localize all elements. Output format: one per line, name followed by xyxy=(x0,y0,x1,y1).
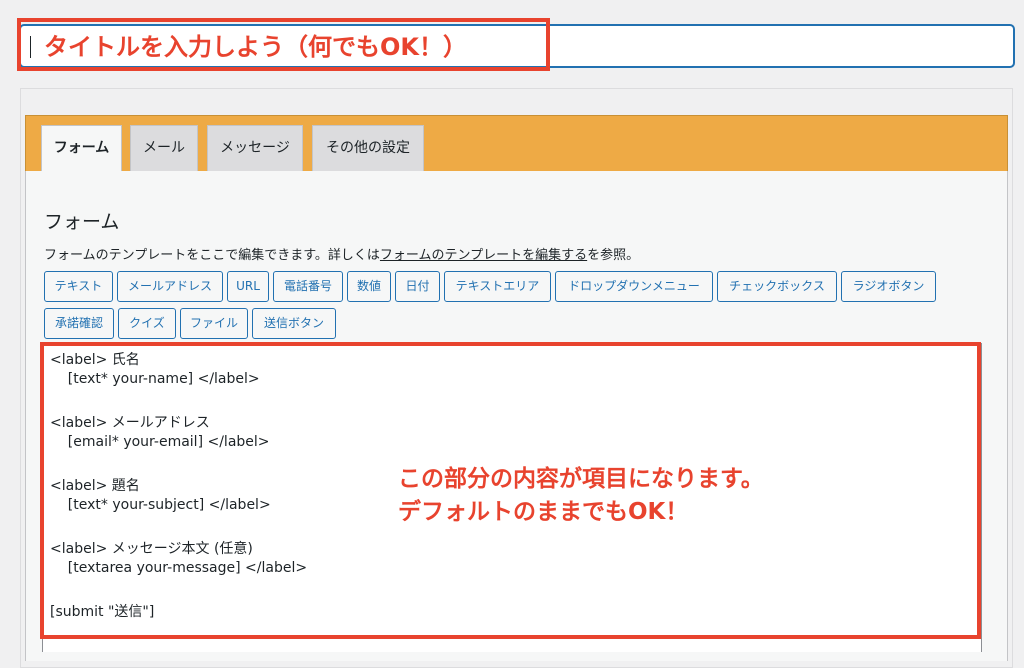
tag-button-text[interactable]: テキスト xyxy=(44,271,113,302)
tab-messages[interactable]: メッセージ xyxy=(207,125,303,172)
tag-button-number[interactable]: 数値 xyxy=(347,271,391,302)
tab-form[interactable]: フォーム xyxy=(41,125,122,173)
tag-button-email[interactable]: メールアドレス xyxy=(117,271,223,302)
tag-button-submit[interactable]: 送信ボタン xyxy=(252,308,336,339)
description-text: フォームのテンプレートをここで編集できます。詳しくは xyxy=(44,248,380,263)
tag-button-file[interactable]: ファイル xyxy=(180,308,248,339)
annotation-line-2: デフォルトのままでもOK！ xyxy=(398,499,689,525)
tag-button-radio[interactable]: ラジオボタン xyxy=(841,271,936,302)
tag-button-date[interactable]: 日付 xyxy=(395,271,440,302)
tag-button-tel[interactable]: 電話番号 xyxy=(273,271,343,302)
tag-button-quiz[interactable]: クイズ xyxy=(118,308,176,339)
form-description: フォームのテンプレートをここで編集できます。詳しくはフォームのテンプレートを編集… xyxy=(44,244,639,263)
description-text-suffix: を参照。 xyxy=(587,248,640,263)
tag-button-select[interactable]: ドロップダウンメニュー xyxy=(555,271,713,302)
tag-button-url[interactable]: URL xyxy=(227,271,269,302)
title-highlight-box xyxy=(17,18,550,71)
tag-button-checkbox[interactable]: チェックボックス xyxy=(717,271,837,302)
tag-button-acceptance[interactable]: 承諾確認 xyxy=(44,308,114,339)
form-template-textarea-bottom xyxy=(42,639,982,652)
tab-mail[interactable]: メール xyxy=(130,125,198,172)
section-title: フォーム xyxy=(44,211,120,233)
annotation-line-1: この部分の内容が項目になります。 xyxy=(398,466,764,492)
tag-button-textarea[interactable]: テキストエリア xyxy=(444,271,551,302)
tab-additional-settings[interactable]: その他の設定 xyxy=(312,125,424,172)
template-help-link[interactable]: フォームのテンプレートを編集する xyxy=(380,248,587,263)
